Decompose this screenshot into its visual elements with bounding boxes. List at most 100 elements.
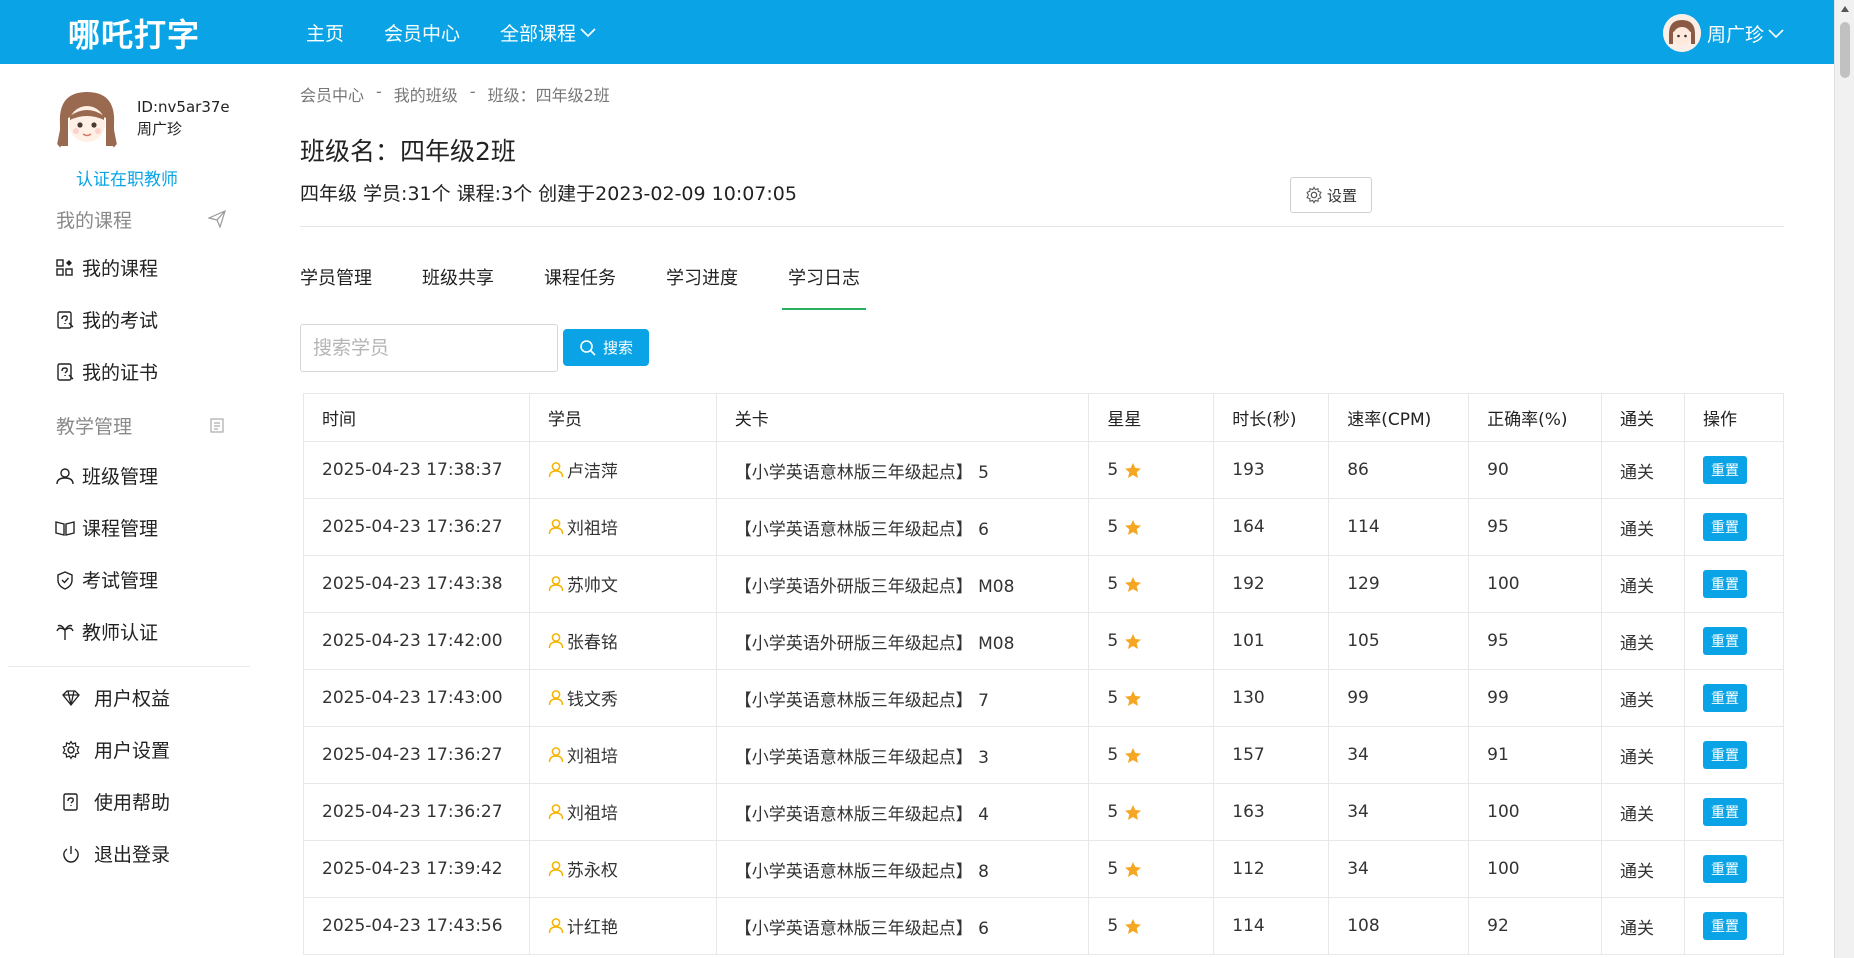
reset-button[interactable]: 重置 xyxy=(1702,627,1747,655)
profile-avatar[interactable] xyxy=(48,80,126,158)
search-button[interactable]: 搜索 xyxy=(563,329,649,366)
nav-all-courses[interactable]: 全部课程 xyxy=(500,19,596,46)
breadcrumb-my-classes[interactable]: 我的班级 xyxy=(394,82,458,106)
student-icon xyxy=(548,861,564,877)
cell-stars: 5 xyxy=(1088,441,1215,499)
gear-icon xyxy=(1306,186,1322,204)
sidebar-item-course-management[interactable]: 课程管理 xyxy=(54,514,158,541)
chevron-down-icon xyxy=(1768,22,1784,44)
cell-student: 刘祖培 xyxy=(528,726,717,784)
cell-level: 【小学英语意林版三年级起点】 7 xyxy=(715,669,1090,727)
cell-action: 重置 xyxy=(1683,441,1785,499)
cell-level: 【小学英语意林版三年级起点】 6 xyxy=(715,498,1090,556)
sidebar-item-my-courses[interactable]: 我的课程 xyxy=(54,254,158,281)
section-teaching-title: 教学管理 xyxy=(56,416,133,438)
table-row: 2025-04-23 17:36:27 刘祖培 【小学英语意林版三年级起点】 6 5 1… xyxy=(303,498,1785,556)
student-name: 计红艳 xyxy=(566,918,618,938)
sidebar-item-label: 我的证书 xyxy=(82,362,159,384)
student-name: 卢洁萍 xyxy=(566,462,618,482)
reset-button[interactable]: 重置 xyxy=(1702,855,1747,883)
vertical-scrollbar[interactable] xyxy=(1834,0,1854,958)
search-button-label: 搜索 xyxy=(602,339,633,357)
scrollbar-thumb[interactable] xyxy=(1840,22,1850,78)
scroll-up-arrow[interactable] xyxy=(1841,6,1849,12)
star-count: 5 xyxy=(1107,802,1119,822)
cell-accuracy: 92 xyxy=(1468,897,1603,955)
student-icon xyxy=(548,519,564,535)
cell-pass: 通关 xyxy=(1601,897,1685,955)
cell-pass: 通关 xyxy=(1601,726,1685,784)
star-count: 5 xyxy=(1107,916,1119,936)
sidebar-item-label: 我的课程 xyxy=(82,258,159,280)
cell-pass: 通关 xyxy=(1601,441,1685,499)
reset-button[interactable]: 重置 xyxy=(1702,570,1747,598)
tab-learning-log[interactable]: 学习日志 xyxy=(782,264,866,310)
sidebar-item-exam-management[interactable]: 考试管理 xyxy=(54,566,158,593)
cell-duration: 164 xyxy=(1213,498,1330,556)
breadcrumb-separator: - xyxy=(376,82,382,101)
chevron-down-icon xyxy=(580,21,596,43)
col-header-action: 操作 xyxy=(1683,393,1785,442)
reset-button[interactable]: 重置 xyxy=(1702,798,1747,826)
sidebar-item-label: 教师认证 xyxy=(82,622,159,644)
sidebar-item-teacher-certification[interactable]: 教师认证 xyxy=(54,618,158,645)
star-count: 5 xyxy=(1107,517,1119,537)
reset-button[interactable]: 重置 xyxy=(1702,684,1747,712)
cell-level: 【小学英语意林版三年级起点】 4 xyxy=(715,783,1090,841)
sidebar-item-my-exams[interactable]: 我的考试 xyxy=(54,306,158,333)
diamond-icon xyxy=(60,687,82,709)
settings-button-label: 设置 xyxy=(1326,186,1357,205)
cell-student: 苏帅文 xyxy=(528,555,717,613)
search-input[interactable] xyxy=(300,324,558,372)
cell-action: 重置 xyxy=(1683,555,1785,613)
nav-home[interactable]: 主页 xyxy=(306,19,344,46)
cell-level: 【小学英语意林版三年级起点】 6 xyxy=(715,897,1090,955)
settings-button[interactable]: 设置 xyxy=(1290,177,1372,213)
cell-accuracy: 100 xyxy=(1468,555,1603,613)
star-icon xyxy=(1125,519,1142,535)
profile-id: ID:nv5ar37e xyxy=(137,98,230,116)
cell-accuracy: 100 xyxy=(1468,783,1603,841)
cell-action: 重置 xyxy=(1683,669,1785,727)
sidebar-item-label: 我的考试 xyxy=(82,310,159,332)
site-logo[interactable]: 哪吒打字 xyxy=(68,10,200,56)
tab-class-share[interactable]: 班级共享 xyxy=(422,264,494,310)
star-count: 5 xyxy=(1107,631,1119,651)
profile-name: 周广珍 xyxy=(137,120,183,138)
student-icon xyxy=(548,462,564,478)
table-row: 2025-04-23 17:42:00 张春铭 【小学英语外研版三年级起点】 M08… xyxy=(303,612,1785,670)
cell-student: 钱文秀 xyxy=(528,669,717,727)
sidebar-item-help[interactable]: 使用帮助 xyxy=(60,788,170,815)
cell-stars: 5 xyxy=(1088,783,1215,841)
breadcrumb-current-class: 班级：四年级2班 xyxy=(487,86,610,105)
sidebar-item-user-settings[interactable]: 用户设置 xyxy=(60,736,170,763)
reset-button[interactable]: 重置 xyxy=(1702,456,1747,484)
sidebar-item-my-certificates[interactable]: 我的证书 xyxy=(54,358,158,385)
send-icon xyxy=(207,209,226,229)
tab-course-tasks[interactable]: 课程任务 xyxy=(544,264,616,310)
nav-member-center[interactable]: 会员中心 xyxy=(384,19,460,46)
star-icon xyxy=(1125,804,1142,820)
student-name: 刘祖培 xyxy=(566,519,618,539)
certify-teacher-link[interactable]: 认证在职教师 xyxy=(76,165,178,190)
breadcrumb-member-center[interactable]: 会员中心 xyxy=(300,82,364,106)
cell-stars: 5 xyxy=(1088,840,1215,898)
sidebar-item-label: 使用帮助 xyxy=(94,792,171,814)
sidebar-item-class-management[interactable]: 班级管理 xyxy=(54,462,158,489)
table-row: 2025-04-23 17:43:00 钱文秀 【小学英语意林版三年级起点】 7 5 1… xyxy=(303,669,1785,727)
nav-member-center-label: 会员中心 xyxy=(384,22,461,45)
sidebar-item-label: 课程管理 xyxy=(82,518,159,540)
tab-student-management[interactable]: 学员管理 xyxy=(300,264,372,310)
sidebar-item-logout[interactable]: 退出登录 xyxy=(60,840,170,867)
reset-button[interactable]: 重置 xyxy=(1702,741,1747,769)
sidebar-item-user-benefits[interactable]: 用户权益 xyxy=(60,684,170,711)
user-menu[interactable]: 周广珍 xyxy=(1662,14,1784,52)
learning-log-table: 时间 学员 关卡 星星 时长(秒) 速率(CPM) 正确率(%) 通关 操作 2… xyxy=(303,393,1785,955)
cell-stars: 5 xyxy=(1088,726,1215,784)
header-divider xyxy=(300,226,1784,227)
reset-button[interactable]: 重置 xyxy=(1702,912,1747,940)
sidebar-item-label: 退出登录 xyxy=(94,844,171,866)
tab-learning-progress[interactable]: 学习进度 xyxy=(666,264,738,310)
gear-icon xyxy=(60,739,82,761)
reset-button[interactable]: 重置 xyxy=(1702,513,1747,541)
